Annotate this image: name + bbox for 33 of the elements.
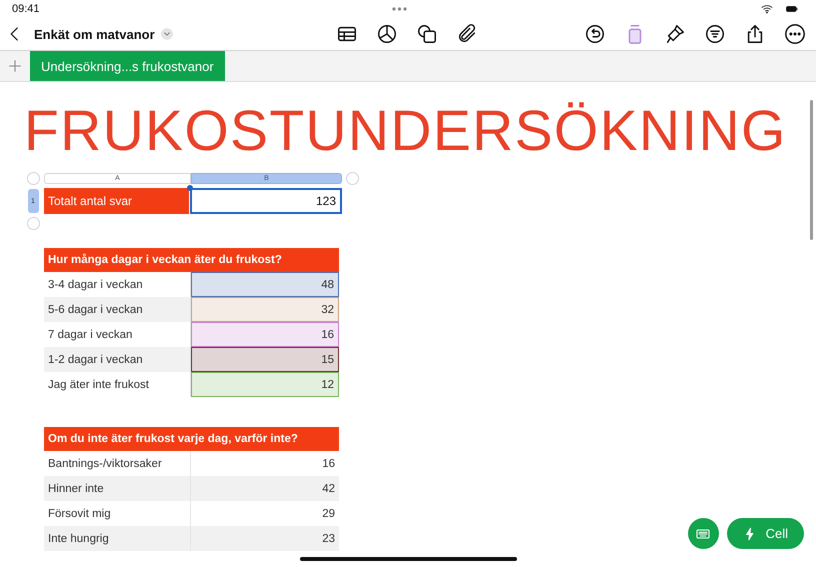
- scrollbar[interactable]: [810, 100, 813, 240]
- table-cell: Inte hungrig: [44, 526, 191, 551]
- table-cell-text: 16: [321, 456, 336, 472]
- chevron-down-icon[interactable]: [160, 27, 174, 41]
- table-cell: 15: [191, 347, 339, 372]
- keyboard-button[interactable]: [688, 518, 719, 549]
- table-cell-text: 42: [321, 482, 336, 496]
- table-cell: 48: [191, 272, 339, 297]
- paperclip-icon[interactable]: [456, 23, 478, 45]
- wifi-icon: [760, 3, 774, 15]
- table-cell: 32: [191, 297, 339, 322]
- undo-icon[interactable]: [584, 23, 606, 45]
- document-title[interactable]: Enkät om matvanor: [34, 26, 155, 42]
- table-cell[interactable]: 123: [190, 188, 342, 214]
- add-sheet-icon[interactable]: [7, 58, 23, 74]
- table-cell: 16: [191, 322, 339, 347]
- table-header: Hur många dagar i veckan äter du frukost?: [44, 248, 339, 272]
- table-cell: 12: [191, 372, 339, 397]
- table-cell-text: 23: [321, 532, 336, 546]
- more-icon[interactable]: [784, 23, 806, 45]
- multitasking-dots-icon: [392, 7, 408, 11]
- table-handle[interactable]: [26, 172, 40, 185]
- chart-icon[interactable]: [376, 23, 398, 45]
- selection-handle[interactable]: [187, 185, 193, 191]
- table-header: Om du inte äter frukost varje dag, varför inte?: [44, 427, 339, 451]
- shapes-icon[interactable]: [416, 23, 438, 45]
- table-cell: Totalt antal svar: [44, 188, 189, 214]
- column-handle[interactable]: [346, 172, 358, 185]
- list-icon[interactable]: [704, 23, 726, 45]
- row-handle[interactable]: [26, 217, 40, 230]
- status-time: 09:41: [12, 3, 40, 15]
- table-cell-text: 29: [321, 506, 336, 522]
- sheet-title: FRUKOSTUNDERSÖKNING: [24, 100, 788, 162]
